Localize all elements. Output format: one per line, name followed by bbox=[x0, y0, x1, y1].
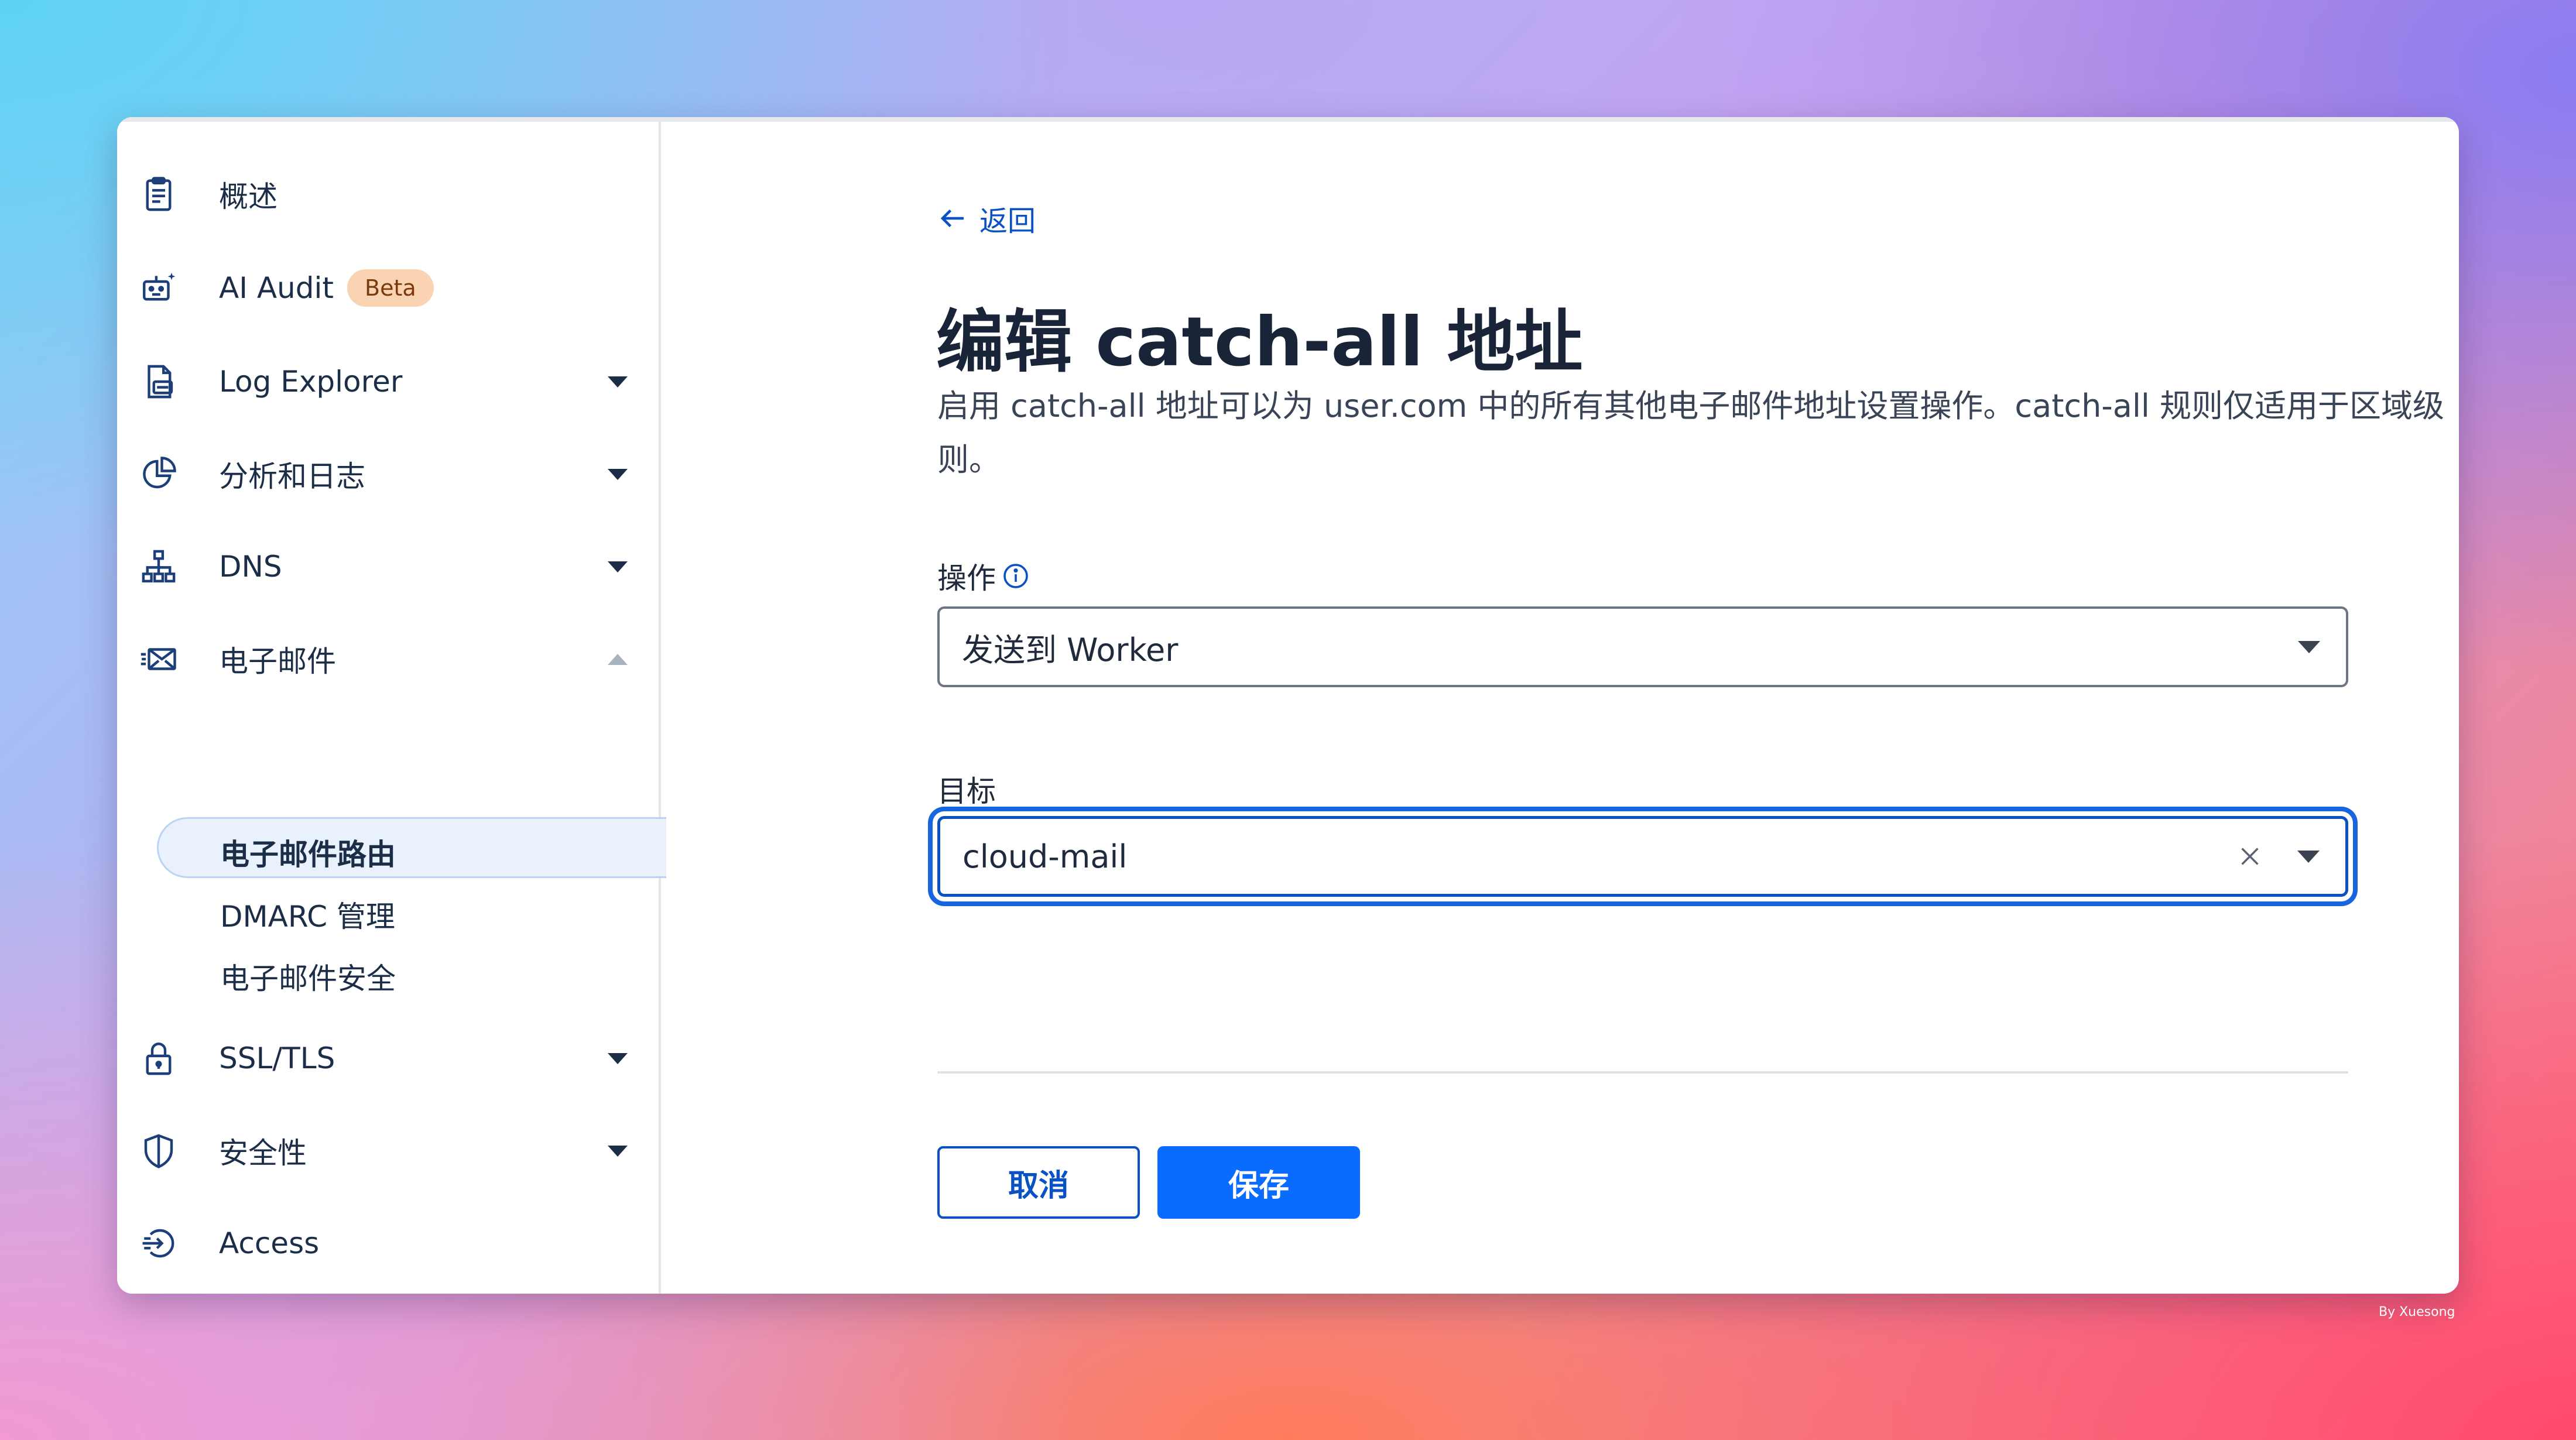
pie-chart-icon bbox=[138, 454, 179, 495]
chevron-down-icon[interactable] bbox=[608, 468, 628, 480]
description-line: 则。 bbox=[937, 441, 1001, 478]
sidebar-item-label: 分析和日志 bbox=[219, 460, 365, 493]
sidebar-subitem-email-routing[interactable]: 电子邮件路由 bbox=[220, 831, 396, 873]
beta-badge: Beta bbox=[347, 269, 434, 307]
target-select[interactable]: cloud-mail bbox=[937, 816, 2348, 897]
action-select[interactable]: 发送到 Worker bbox=[937, 606, 2348, 687]
sidebar-item-security[interactable]: 安全性 bbox=[117, 1116, 659, 1186]
cancel-button[interactable]: 取消 bbox=[937, 1146, 1140, 1219]
dropdown-arrow-icon[interactable] bbox=[2298, 640, 2320, 653]
clipboard-icon bbox=[138, 174, 179, 215]
action-label-text: 操作 bbox=[937, 561, 996, 595]
sidebar-item-ai-audit[interactable]: AI Audit Beta bbox=[117, 253, 659, 323]
chevron-down-icon[interactable] bbox=[608, 376, 628, 388]
dropdown-arrow-icon[interactable] bbox=[2297, 850, 2320, 863]
sidebar-item-label: 概述 bbox=[219, 180, 278, 214]
sidebar-item-overview[interactable]: 概述 bbox=[117, 159, 659, 229]
target-field-label: 目标 bbox=[937, 768, 996, 810]
sidebar-item-label: 电子邮件 bbox=[219, 644, 336, 678]
chevron-down-icon[interactable] bbox=[608, 1052, 628, 1064]
sidebar-item-label: Access bbox=[219, 1226, 320, 1260]
shield-icon bbox=[138, 1130, 179, 1171]
sidebar-item-email[interactable]: 电子邮件 bbox=[117, 624, 659, 694]
lock-icon bbox=[138, 1038, 179, 1079]
robot-icon bbox=[138, 268, 179, 308]
save-button[interactable]: 保存 bbox=[1157, 1146, 1360, 1219]
access-icon bbox=[138, 1223, 179, 1264]
main-content: 返回 编辑 catch-all 地址 启用 catch-all 地址可以为 us… bbox=[661, 122, 2459, 1294]
form-divider bbox=[937, 1071, 2348, 1074]
back-link-label: 返回 bbox=[979, 205, 1036, 238]
back-link[interactable]: 返回 bbox=[937, 198, 1036, 239]
page-description: 启用 catch-all 地址可以为 user.com 中的所有其他电子邮件地址… bbox=[937, 379, 2459, 487]
target-select-value: cloud-mail bbox=[962, 838, 1128, 875]
sidebar-item-label: DNS bbox=[219, 550, 282, 584]
network-icon bbox=[138, 546, 179, 587]
chevron-down-icon[interactable] bbox=[608, 561, 628, 572]
sidebar-item-access[interactable]: Access bbox=[117, 1208, 659, 1278]
sidebar-item-log-explorer[interactable]: Log Explorer bbox=[117, 347, 659, 417]
envelope-icon bbox=[138, 639, 179, 680]
chevron-down-icon[interactable] bbox=[608, 1145, 628, 1157]
sidebar-item-label: SSL/TLS bbox=[219, 1041, 335, 1075]
action-field-label: 操作 bbox=[937, 555, 1030, 597]
target-label-text: 目标 bbox=[937, 774, 996, 808]
sidebar-subitem-email-security[interactable]: 电子邮件安全 bbox=[220, 955, 396, 997]
description-line: 启用 catch-all 地址可以为 user.com 中的所有其他电子邮件地址… bbox=[937, 388, 2445, 424]
arrow-left-icon bbox=[940, 209, 964, 228]
sidebar: 概述 AI Audit Beta Log Explorer 分析和日志 DNS … bbox=[117, 122, 666, 1294]
log-file-icon bbox=[138, 361, 179, 402]
sidebar-item-ssl-tls[interactable]: SSL/TLS bbox=[117, 1023, 659, 1093]
window-top-border bbox=[117, 117, 2459, 122]
clear-icon[interactable] bbox=[2236, 843, 2263, 870]
action-select-value: 发送到 Worker bbox=[962, 631, 1179, 668]
author-credit: By Xuesong bbox=[2379, 1305, 2455, 1319]
sidebar-item-analytics[interactable]: 分析和日志 bbox=[117, 439, 659, 509]
info-icon[interactable] bbox=[1002, 562, 1030, 590]
sidebar-item-label: Log Explorer bbox=[219, 365, 403, 399]
sidebar-item-label: 安全性 bbox=[219, 1136, 307, 1170]
sidebar-item-label: AI Audit bbox=[219, 271, 334, 305]
app-window: 概述 AI Audit Beta Log Explorer 分析和日志 DNS … bbox=[117, 117, 2459, 1294]
chevron-up-icon[interactable] bbox=[608, 653, 628, 665]
sidebar-subitem-dmarc[interactable]: DMARC 管理 bbox=[220, 893, 395, 935]
page-title: 编辑 catch-all 地址 bbox=[936, 303, 1583, 382]
sidebar-item-dns[interactable]: DNS bbox=[117, 532, 659, 602]
